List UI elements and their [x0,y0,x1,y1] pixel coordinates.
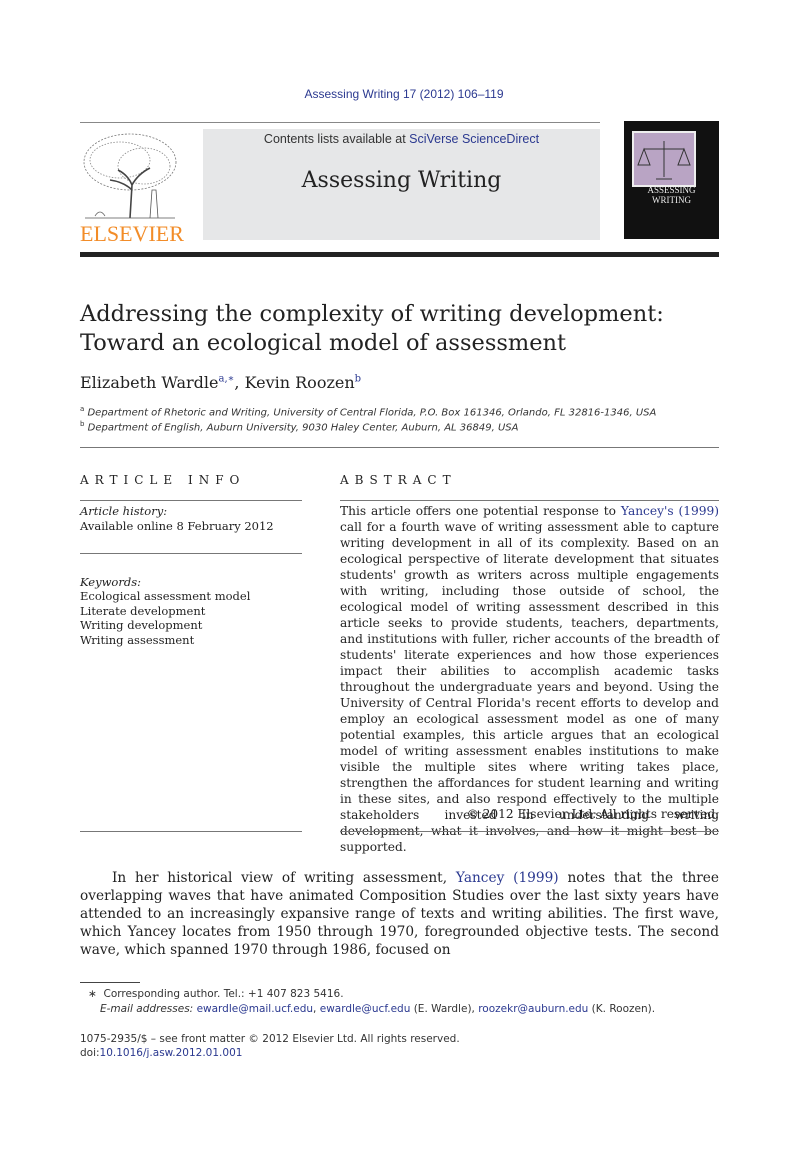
body-text-part: In her historical view of writing assess… [112,870,456,886]
author-name: Kevin Roozen [244,373,355,392]
elsevier-logo-text: ELSEVIER [80,221,184,246]
article-info-bottom-rule [80,831,302,832]
separator: , [313,1003,320,1015]
footnote-rule [80,982,140,983]
cover-title-line1: ASSESSING [647,185,696,195]
abstract-copyright: © 2012 Elsevier Ltd. All rights reserved… [466,807,719,821]
issn-line: 1075-2935/$ – see front matter © 2012 El… [80,1033,460,1045]
keyword: Writing assessment [80,632,195,647]
affiliation-text: Department of English, Auburn University… [87,422,519,434]
title-line-1: Addressing the complexity of writing dev… [80,301,664,327]
cover-title-line2: WRITING [652,195,691,205]
doi-line: doi:10.1016/j.asw.2012.01.001 [80,1047,242,1059]
affiliation-mark: a [80,405,85,413]
email-owner: (K. Roozen). [588,1003,656,1015]
title-line-2: Toward an ecological model of assessment [80,330,567,356]
abstract-text-part: This article offers one potential respon… [340,504,621,518]
cover-title: ASSESSING WRITING [624,185,719,205]
journal-cover-image[interactable]: ASSESSING WRITING [624,121,719,239]
abstract-text-part: call for a fourth wave of writing assess… [340,520,719,854]
author-affiliation-mark[interactable]: a,∗ [218,374,234,385]
affiliation-a: a Department of Rhetoric and Writing, Un… [80,405,656,418]
author-name: Elizabeth Wardle [80,373,219,392]
abstract-text: This article offers one potential respon… [340,503,719,855]
header-thick-rule [80,252,719,257]
footnote-star: ∗ [88,988,97,1000]
keyword: Ecological assessment model [80,589,251,603]
keywords-label: Keywords: [80,575,141,589]
email-link[interactable]: ewardle@mail.ucf.edu [197,1003,313,1015]
keyword: Writing development [80,618,203,632]
email-link[interactable]: roozekr@auburn.edu [478,1003,588,1015]
journal-citation[interactable]: Assessing Writing 17 (2012) 106–119 [0,87,808,101]
article-history-label: Article history: [80,504,168,518]
article-info-rule [80,553,302,554]
yancey-1999-citation-link[interactable]: Yancey's (1999) [621,504,719,518]
author-list: Elizabeth Wardlea,∗, Kevin Roozenb [80,373,362,392]
article-title: Addressing the complexity of writing dev… [80,300,720,358]
email-footnote: E-mail addresses: ewardle@mail.ucf.edu, … [100,1003,655,1015]
contents-prefix: Contents lists available at [263,132,410,146]
body-paragraph: In her historical view of writing assess… [80,869,719,959]
author-affiliation-mark[interactable]: b [355,374,361,385]
email-link[interactable]: ewardle@ucf.edu [320,1003,411,1015]
abstract-rule [340,500,719,501]
journal-title[interactable]: Assessing Writing [203,168,600,193]
yancey-1999-body-link[interactable]: Yancey (1999) [456,870,559,886]
doi-link[interactable]: 10.1016/j.asw.2012.01.001 [100,1047,243,1059]
article-history-value: Available online 8 February 2012 [80,519,274,533]
section-rule [80,447,719,448]
affiliation-mark: b [80,420,85,428]
keyword: Literate development [80,603,206,618]
keywords-list: Ecological assessment model Literate dev… [80,589,250,647]
email-label: E-mail addresses: [100,1003,194,1015]
email-owner: (E. Wardle), [410,1003,479,1015]
affiliation-b: b Department of English, Auburn Universi… [80,420,518,433]
corresponding-author-footnote: ∗ Corresponding author. Tel.: +1 407 823… [88,988,344,1000]
doi-label: doi: [80,1047,100,1059]
header-rule [80,122,600,123]
corresponding-text: Corresponding author. Tel.: +1 407 823 5… [103,988,344,1000]
scales-icon [632,131,696,187]
article-info-rule [80,500,302,501]
abstract-bottom-rule [340,831,719,832]
affiliation-text: Department of Rhetoric and Writing, Univ… [87,407,657,419]
article-info-heading: ARTICLE INFO [80,473,246,487]
abstract-heading: ABSTRACT [340,473,457,487]
sciencedirect-link[interactable]: SciVerse ScienceDirect [409,132,539,146]
contents-line: Contents lists available at SciVerse Sci… [203,132,600,146]
